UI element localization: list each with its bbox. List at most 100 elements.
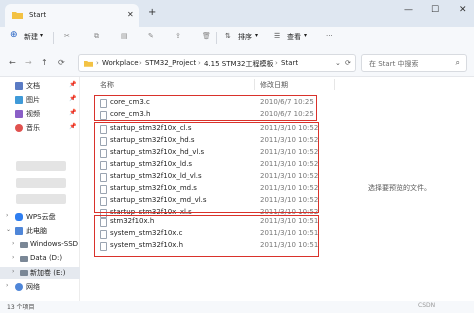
sidebar-item-label: WPS云盘 <box>26 213 56 221</box>
documents-icon <box>15 82 23 90</box>
chevron-down-icon: ▾ <box>304 32 308 39</box>
refresh-icon[interactable]: ⟳ <box>345 59 351 67</box>
maximize-button[interactable]: ☐ <box>431 5 439 15</box>
cloud-icon <box>15 213 23 221</box>
breadcrumb-start[interactable]: Start <box>281 59 298 67</box>
computer-icon <box>15 227 23 235</box>
pin-icon: 📌 <box>69 95 77 102</box>
chevron-down-icon: ▾ <box>40 32 44 39</box>
folder-icon <box>84 61 93 67</box>
highlight-box-system <box>94 215 319 257</box>
sidebar-item-label: Windows-SSD <box>30 240 79 248</box>
sidebar-item-label: 此电脑 <box>26 227 47 235</box>
sidebar-item-documents[interactable]: 文档 📌 <box>0 80 80 92</box>
chevron-right-icon[interactable]: › <box>12 254 14 261</box>
sidebar-item-new-volume-e[interactable]: › 新加卷 (E:) <box>0 267 80 279</box>
sidebar-item-windows-ssd[interactable]: › Windows-SSD <box>0 239 80 251</box>
pin-icon: 📌 <box>69 109 77 116</box>
view-button[interactable]: 查看 <box>287 32 301 42</box>
drive-icon <box>20 256 28 262</box>
breadcrumb-template[interactable]: 4.15 STM32工程模板 <box>204 59 273 69</box>
column-name[interactable]: 名称 <box>100 80 114 90</box>
pin-icon: 📌 <box>69 123 77 130</box>
sidebar-item-label: 视频 <box>26 110 40 118</box>
new-icon: ⊕ <box>10 30 18 40</box>
pin-icon: 📌 <box>69 81 77 88</box>
rename-icon[interactable]: ✎ <box>148 32 154 40</box>
address-bar[interactable]: › Workplace › STM32_Project › 4.15 STM32… <box>78 54 356 72</box>
breadcrumb-separator: › <box>139 59 142 67</box>
sidebar-item-music[interactable]: 音乐 📌 <box>0 122 80 134</box>
tab-title: Start <box>29 11 47 19</box>
share-icon[interactable]: ⇪ <box>175 32 181 40</box>
sidebar-item-this-pc[interactable]: ⌄ 此电脑 <box>0 225 80 237</box>
sidebar-item-pictures[interactable]: 图片 📌 <box>0 94 80 106</box>
blurred-item <box>16 178 66 188</box>
search-box[interactable]: 在 Start 中搜索 ⌕ <box>361 54 467 72</box>
sidebar-item-videos[interactable]: 视频 📌 <box>0 108 80 120</box>
music-icon <box>15 124 23 132</box>
chevron-down-icon[interactable]: ⌄ <box>335 59 341 67</box>
drive-icon <box>20 242 28 248</box>
videos-icon <box>15 110 23 118</box>
sidebar-item-label: 音乐 <box>26 124 40 132</box>
breadcrumb-workplace[interactable]: Workplace <box>102 59 139 67</box>
watermark: CSDN <box>418 302 436 309</box>
blurred-item <box>16 194 66 204</box>
chevron-down-icon: ▾ <box>255 32 259 39</box>
chevron-right-icon[interactable]: › <box>12 240 14 247</box>
up-icon[interactable]: ↑ <box>41 58 48 67</box>
sidebar-item-label: 新加卷 (E:) <box>30 269 66 277</box>
sidebar-item-data-d[interactable]: › Data (D:) <box>0 253 80 265</box>
cut-icon[interactable]: ✂ <box>64 32 70 40</box>
divider <box>53 32 54 44</box>
delete-icon[interactable]: 🗑 <box>202 32 211 40</box>
back-icon[interactable]: ← <box>9 58 16 67</box>
blurred-item <box>16 161 66 171</box>
column-divider[interactable] <box>254 79 255 90</box>
chevron-right-icon[interactable]: › <box>6 212 8 219</box>
command-bar: ⊕ 新建 ▾ ✂ ⧉ ▤ ✎ ⇪ 🗑 ⇅ 排序 ▾ ☰ 查看 ▾ ··· <box>0 27 474 49</box>
chevron-right-icon[interactable]: › <box>12 268 14 275</box>
more-options-button[interactable]: ··· <box>326 32 333 40</box>
sidebar-item-wps-cloud[interactable]: › WPS云盘 <box>0 211 80 223</box>
refresh-icon[interactable]: ⟳ <box>58 58 65 67</box>
forward-icon[interactable]: → <box>25 58 32 67</box>
folder-icon <box>12 12 23 19</box>
tab-start[interactable]: Start ✕ <box>5 4 139 27</box>
new-tab-button[interactable]: + <box>148 7 156 18</box>
sidebar-item-network[interactable]: › 网络 <box>0 281 80 293</box>
sidebar-item-label: 图片 <box>26 96 40 104</box>
breadcrumb-separator: › <box>198 59 201 67</box>
title-bar: Start ✕ + — ☐ ✕ <box>0 0 474 27</box>
network-icon <box>15 283 23 291</box>
chevron-right-icon[interactable]: › <box>6 282 8 289</box>
search-placeholder: 在 Start 中搜索 <box>369 60 419 68</box>
view-icon: ☰ <box>274 32 281 40</box>
new-button[interactable]: 新建 <box>24 32 38 42</box>
paste-icon[interactable]: ▤ <box>121 32 128 40</box>
search-icon: ⌕ <box>455 58 460 67</box>
close-tab-icon[interactable]: ✕ <box>127 10 134 19</box>
highlight-box-startup <box>94 122 319 213</box>
close-window-button[interactable]: ✕ <box>459 5 467 15</box>
sidebar-item-label: 文档 <box>26 82 40 90</box>
column-modified[interactable]: 修改日期 <box>260 80 288 90</box>
breadcrumb-stm32-project[interactable]: STM32_Project <box>145 59 196 67</box>
navigation-pane: 文档 📌 图片 📌 视频 📌 音乐 📌 › WPS云盘 ⌄ 此电脑 › Wind… <box>0 77 80 301</box>
preview-placeholder: 选择要预览的文件。 <box>368 184 431 192</box>
item-count: 13 个项目 <box>7 304 35 311</box>
status-bar: 13 个项目 CSDN <box>0 301 474 313</box>
minimize-button[interactable]: — <box>404 5 413 15</box>
sidebar-item-label: Data (D:) <box>30 254 63 262</box>
address-row: ← → ↑ ⟳ › Workplace › STM32_Project › 4.… <box>0 49 474 77</box>
pictures-icon <box>15 96 23 104</box>
column-divider[interactable] <box>334 79 335 90</box>
highlight-box-core <box>94 95 317 121</box>
copy-icon[interactable]: ⧉ <box>94 32 99 41</box>
breadcrumb-separator: › <box>275 59 278 67</box>
sort-icon: ⇅ <box>225 32 231 40</box>
chevron-down-icon[interactable]: ⌄ <box>6 226 11 233</box>
sort-button[interactable]: 排序 <box>238 32 252 42</box>
breadcrumb-separator: › <box>96 59 99 67</box>
